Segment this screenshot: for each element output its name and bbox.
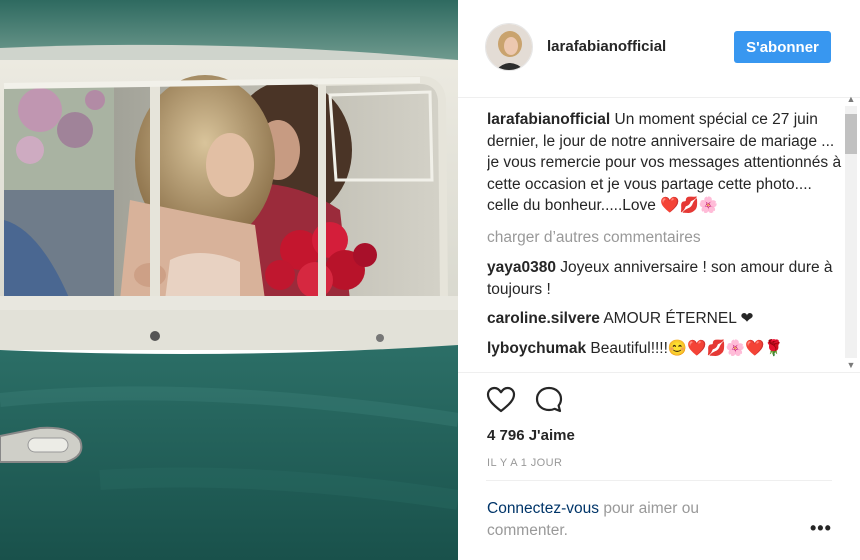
post-timestamp[interactable]: IL Y A 1 JOUR	[487, 457, 562, 469]
follow-button[interactable]: S'abonner	[734, 31, 831, 63]
post-header: larafabianofficial S'abonner	[458, 0, 860, 98]
login-prompt: Connectez-vous pour aimer ou commenter.	[487, 498, 737, 542]
header-username[interactable]: larafabianofficial	[547, 38, 666, 55]
avatar[interactable]	[485, 23, 533, 71]
comment-item: caroline.silvere AMOUR ÉTERNEL ❤	[487, 308, 844, 330]
speech-bubble-icon	[535, 386, 563, 413]
comment-username[interactable]: yaya0380	[487, 259, 556, 276]
post-photo[interactable]	[0, 0, 458, 560]
caption-username[interactable]: larafabianofficial	[487, 111, 610, 128]
load-more-comments-link[interactable]: charger d’autres commentaires	[487, 227, 844, 249]
scroll-down-arrow-icon[interactable]: ▼	[842, 358, 860, 372]
comment-button[interactable]	[534, 385, 564, 415]
more-options-button[interactable]: •••	[810, 518, 832, 539]
comment-text: AMOUR ÉTERNEL ❤	[603, 310, 754, 327]
divider	[486, 480, 832, 481]
comment-text: Beautiful!!!!😊❤️💋🌸❤️🌹	[590, 339, 784, 357]
comment-item: lyboychumak Beautiful!!!!😊❤️💋🌸❤️🌹	[487, 338, 844, 360]
caption: larafabianofficial Un moment spécial ce …	[487, 109, 844, 217]
login-prompt-section: Connectez-vous pour aimer ou commenter. …	[458, 480, 860, 560]
comments-scrollbar[interactable]: ▲ ▼	[842, 92, 860, 372]
comment-username[interactable]: caroline.silvere	[487, 310, 600, 327]
heart-outline-icon	[486, 386, 516, 413]
likes-count[interactable]: 4 796 J'aime	[487, 427, 575, 444]
post-side-panel: larafabianofficial S'abonner larafabiano…	[458, 0, 860, 560]
scroll-up-arrow-icon[interactable]: ▲	[842, 92, 860, 106]
like-button[interactable]	[486, 385, 516, 415]
post-actions: 4 796 J'aime IL Y A 1 JOUR	[458, 372, 860, 480]
avatar-image	[486, 24, 532, 70]
comment-username[interactable]: lyboychumak	[487, 340, 586, 357]
login-link[interactable]: Connectez-vous	[487, 500, 599, 517]
comments-list: larafabianofficial Un moment spécial ce …	[487, 109, 844, 367]
scroll-thumb[interactable]	[845, 114, 857, 154]
van-photo	[0, 0, 458, 560]
comment-item: yaya0380 Joyeux anniversaire ! son amour…	[487, 257, 844, 300]
